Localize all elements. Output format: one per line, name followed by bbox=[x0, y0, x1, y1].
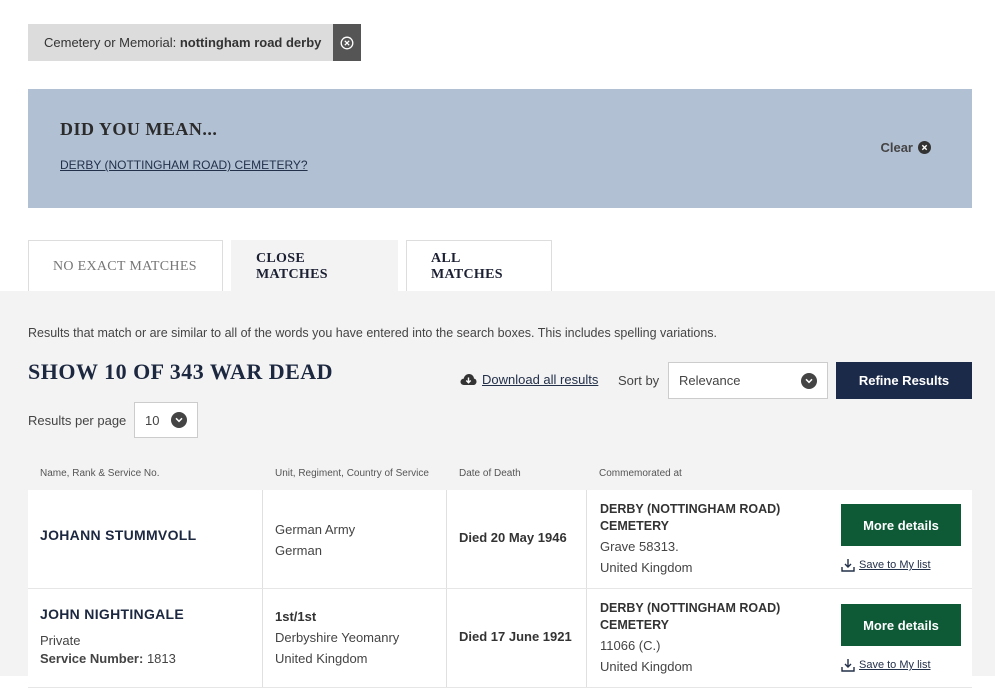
results-per-page-label: Results per page bbox=[28, 413, 127, 428]
service-number-label: Service Number: bbox=[40, 651, 144, 666]
tab-no-exact-matches[interactable]: NO EXACT MATCHES bbox=[28, 240, 223, 292]
cemetery-country: United Kingdom bbox=[600, 659, 693, 674]
suggestion-link[interactable]: DERBY (NOTTINGHAM ROAD) CEMETERY? bbox=[60, 158, 308, 172]
casualty-name[interactable]: JOHANN STUMMVOLL bbox=[40, 527, 196, 543]
filter-value: nottingham road derby bbox=[179, 35, 322, 50]
download-results-link[interactable]: Download all results bbox=[460, 372, 598, 387]
cemetery-name: DERBY (NOTTINGHAM ROAD) bbox=[600, 601, 781, 615]
filter-chip-text: Cemetery or Memorial: nottingham road de… bbox=[28, 24, 333, 61]
country-of-service: United Kingdom bbox=[275, 651, 368, 666]
more-details-button[interactable]: More details bbox=[841, 504, 961, 546]
results-per-page-select[interactable]: 10 bbox=[134, 402, 198, 438]
results-heading: SHOW 10 OF 343 WAR DEAD bbox=[28, 359, 334, 384]
commemorated-cell: DERBY (NOTTINGHAM ROAD) CEMETERY Grave 5… bbox=[586, 490, 972, 588]
country-of-service: German bbox=[275, 543, 322, 558]
active-filter-chip: Cemetery or Memorial: nottingham road de… bbox=[28, 24, 362, 61]
name-cell: JOHANN STUMMVOLL bbox=[28, 490, 262, 588]
more-details-button[interactable]: More details bbox=[841, 604, 961, 646]
service-number: Service Number: 1813 bbox=[40, 649, 176, 669]
did-you-mean-banner: DID YOU MEAN... DERBY (NOTTINGHAM ROAD) … bbox=[28, 89, 972, 208]
cemetery-name-cont: CEMETERY bbox=[600, 618, 669, 632]
tab-close-matches[interactable]: CLOSE MATCHES bbox=[231, 240, 398, 292]
filter-label: Cemetery or Memorial: bbox=[44, 35, 177, 50]
results-per-page-value: 10 bbox=[145, 412, 160, 428]
download-label: Download all results bbox=[482, 372, 599, 387]
tab-all-matches[interactable]: ALL MATCHES bbox=[406, 240, 552, 292]
cemetery-country: United Kingdom bbox=[600, 560, 693, 575]
close-circle-icon bbox=[918, 141, 931, 154]
save-to-list-link[interactable]: Save to My list bbox=[841, 558, 931, 572]
date-cell: Died 17 June 1921 bbox=[446, 589, 586, 687]
cemetery-name: DERBY (NOTTINGHAM ROAD) bbox=[600, 502, 781, 516]
sort-select-value: Relevance bbox=[679, 373, 741, 388]
did-you-mean-title: DID YOU MEAN... bbox=[60, 119, 218, 139]
download-icon bbox=[841, 659, 855, 672]
rank: Private bbox=[40, 633, 81, 648]
unit-line: German Army bbox=[275, 522, 356, 537]
save-to-list-link[interactable]: Save to My list bbox=[841, 658, 931, 672]
sort-by-label: Sort by bbox=[618, 373, 660, 388]
unit-line: 1st/1st bbox=[275, 609, 317, 624]
results-panel: Results that match or are similar to all… bbox=[0, 291, 995, 688]
unit-cell: German Army German bbox=[262, 490, 446, 588]
casualty-name[interactable]: JOHN NIGHTINGALE bbox=[40, 606, 184, 622]
clear-suggestion-button[interactable]: Clear bbox=[880, 140, 931, 155]
commemorated-cell: DERBY (NOTTINGHAM ROAD) CEMETERY 11066 (… bbox=[586, 589, 972, 687]
grave-reference: Grave 58313. bbox=[600, 539, 679, 554]
column-header-date: Date of Death bbox=[459, 468, 521, 479]
chevron-down-icon bbox=[171, 412, 187, 428]
match-tabs: NO EXACT MATCHES CLOSE MATCHES ALL MATCH… bbox=[28, 240, 552, 292]
table-row: JOHN NIGHTINGALE Private Service Number:… bbox=[28, 589, 972, 688]
column-header-commemorated: Commemorated at bbox=[599, 468, 682, 479]
grave-reference: 11066 (C.) bbox=[600, 638, 661, 653]
column-header-name: Name, Rank & Service No. bbox=[40, 468, 160, 479]
remove-filter-button[interactable] bbox=[333, 24, 362, 61]
save-label: Save to My list bbox=[859, 559, 931, 571]
results-description: Results that match or are similar to all… bbox=[28, 326, 718, 340]
regiment: Derbyshire Yeomanry bbox=[275, 630, 400, 645]
date-of-death: Died 20 May 1946 bbox=[459, 530, 567, 545]
column-header-unit: Unit, Regiment, Country of Service bbox=[275, 468, 429, 479]
cemetery-name-cont: CEMETERY bbox=[600, 519, 669, 533]
save-label: Save to My list bbox=[859, 659, 931, 671]
name-cell: JOHN NIGHTINGALE Private Service Number:… bbox=[28, 589, 262, 687]
cloud-download-icon bbox=[460, 374, 477, 385]
table-row: JOHANN STUMMVOLL German Army German Died… bbox=[28, 490, 972, 589]
date-of-death: Died 17 June 1921 bbox=[459, 629, 572, 644]
service-number-value: 1813 bbox=[146, 651, 176, 666]
refine-results-button[interactable]: Refine Results bbox=[836, 362, 972, 399]
clear-label: Clear bbox=[880, 140, 913, 155]
date-cell: Died 20 May 1946 bbox=[446, 490, 586, 588]
sort-select[interactable]: Relevance bbox=[668, 362, 828, 399]
unit-cell: 1st/1st Derbyshire Yeomanry United Kingd… bbox=[262, 589, 446, 687]
close-circle-icon bbox=[340, 36, 354, 49]
chevron-down-icon bbox=[801, 372, 817, 389]
download-icon bbox=[841, 559, 855, 572]
